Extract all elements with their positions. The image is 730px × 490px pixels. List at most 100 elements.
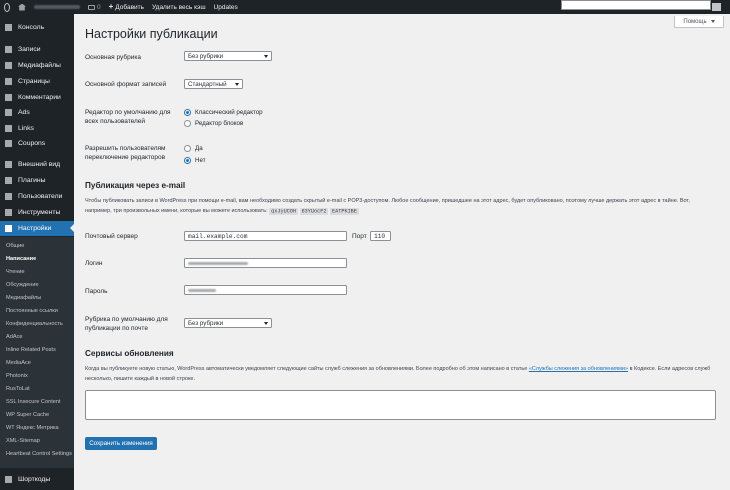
site-name-blurred	[34, 5, 80, 9]
chevron-down-icon	[235, 82, 239, 86]
wordpress-logo-icon[interactable]	[0, 0, 14, 14]
menu-item-posts[interactable]: Записи	[0, 42, 74, 57]
adminbar-search-input[interactable]	[561, 0, 711, 10]
update-services-title: Сервисы обновления	[85, 349, 174, 358]
comments-count: 0	[97, 3, 101, 11]
submenu-item[interactable]: Чтение	[6, 269, 72, 276]
menu-item-coupons[interactable]: Coupons	[0, 136, 74, 151]
update-services-codex-link[interactable]: «Службы слежения за обновлениями»	[529, 366, 628, 372]
radio-checked-icon	[184, 109, 191, 116]
user-account-icon[interactable]	[712, 0, 721, 14]
menu-label: Coupons	[18, 140, 46, 147]
submenu-item[interactable]: Heartbeat Control Settings	[6, 451, 72, 458]
main-content: Помощь Настройки публикации Основная руб…	[74, 14, 730, 490]
radio-label: Нет	[195, 157, 206, 164]
radio-allow-yes[interactable]: Да	[184, 145, 203, 152]
media-icon	[4, 61, 13, 70]
random-name-code: EATPKIBE	[330, 207, 359, 215]
ping-sites-textarea[interactable]	[85, 390, 716, 420]
submenu-item[interactable]: MediaAce	[6, 360, 72, 367]
select-value: Без рубрики	[188, 52, 224, 60]
default-format-select[interactable]: Стандартный	[184, 79, 243, 89]
shortcodes-icon	[4, 475, 13, 484]
menu-item-shortcodes[interactable]: Шорткоды	[0, 472, 74, 487]
submenu-item[interactable]: Медиафайлы	[6, 295, 72, 302]
new-content-link[interactable]: + Добавить	[105, 0, 148, 14]
site-name-link[interactable]	[30, 0, 84, 14]
home-icon[interactable]	[14, 0, 30, 14]
submenu-item[interactable]: Обсуждение	[6, 282, 72, 289]
mail-category-label: Рубрика по умолчанию для публикации по п…	[85, 316, 168, 332]
clear-cache-link[interactable]: Удалить весь кэш	[148, 0, 210, 14]
port-input[interactable]: 110	[370, 231, 391, 241]
submenu-item[interactable]: Photonix	[6, 373, 72, 380]
default-category-select[interactable]: Без рубрики	[184, 51, 272, 61]
radio-allow-no[interactable]: Нет	[184, 157, 206, 164]
menu-label: Настройки	[18, 225, 52, 232]
chevron-down-icon	[710, 20, 715, 23]
password-blurred-value	[188, 288, 216, 292]
submenu-item[interactable]: Постоянные ссылки	[6, 308, 72, 315]
submenu-item[interactable]: XML-Sitemap	[6, 438, 72, 445]
submenu-item-current[interactable]: Написание	[6, 256, 72, 263]
mail-server-input[interactable]: mail.example.com	[184, 231, 347, 241]
coupons-icon	[4, 139, 13, 148]
menu-item-appearance[interactable]: Внешний вид	[0, 157, 74, 172]
comment-bubble-icon	[88, 4, 95, 10]
admin-bar: 0 + Добавить Удалить весь кэш Updates	[0, 0, 730, 14]
menu-label: Медиафайлы	[18, 62, 61, 69]
save-changes-button[interactable]: Сохранить изменения	[85, 437, 157, 450]
help-tab-button[interactable]: Помощь	[674, 16, 724, 28]
dashboard-icon	[4, 23, 13, 32]
submenu-item[interactable]: Общие	[6, 243, 72, 250]
menu-item-settings[interactable]: Настройки	[0, 221, 74, 236]
submenu-item[interactable]: WP Super Cache	[6, 412, 72, 419]
menu-label: Внешний вид	[18, 161, 61, 168]
menu-item-media[interactable]: Медиафайлы	[0, 58, 74, 73]
page-icon	[4, 77, 13, 86]
menu-item-comments[interactable]: Комментарии	[0, 90, 74, 105]
mail-category-select[interactable]: Без рубрики	[184, 318, 272, 328]
menu-item-dashboard[interactable]: Консоль	[0, 20, 74, 35]
submenu-item[interactable]: Inline Related Posts	[6, 347, 72, 354]
menu-label: Записи	[18, 46, 41, 53]
submenu-item[interactable]: SSL Insecure Content	[6, 399, 72, 406]
new-label: Добавить	[115, 3, 145, 11]
default-format-label: Основной формат записей	[85, 81, 167, 88]
menu-item-pages[interactable]: Страницы	[0, 74, 74, 89]
menu-label: Комментарии	[18, 94, 61, 101]
submenu-item[interactable]: RusToLat	[6, 386, 72, 393]
brush-icon	[4, 160, 13, 169]
links-icon	[4, 124, 13, 133]
submenu-item[interactable]: WT Яндекс Метрика	[6, 425, 72, 432]
update-services-description: Когда вы публикуете новую статью, WordPr…	[85, 364, 717, 384]
menu-label: Пользователи	[18, 193, 63, 200]
menu-label: Инструменты	[18, 209, 61, 216]
email-section-title: Публикация через e-mail	[85, 181, 186, 190]
default-category-label: Основная рубрика	[85, 54, 141, 61]
settings-submenu: Общие Написание Чтение Обсуждение Медиаф…	[0, 237, 74, 468]
radio-classic-editor[interactable]: Классический редактор	[184, 109, 263, 116]
page-title: Настройки публикации	[85, 27, 218, 41]
radio-label: Редактор блоков	[195, 120, 244, 127]
updates-link[interactable]: Updates	[210, 0, 242, 14]
login-input[interactable]	[184, 258, 347, 268]
menu-item-ads[interactable]: Ads	[0, 105, 74, 120]
submenu-item[interactable]: AdAce	[6, 334, 72, 341]
pin-icon	[4, 45, 13, 54]
radio-block-editor[interactable]: Редактор блоков	[184, 120, 243, 127]
password-input[interactable]	[184, 285, 347, 295]
menu-item-links[interactable]: Links	[0, 121, 74, 136]
update-desc-text: Когда вы публикуете новую статью, WordPr…	[85, 366, 529, 372]
allow-switch-label: Разрешить пользователям переключение ред…	[85, 145, 166, 161]
radio-unchecked-icon	[184, 120, 191, 127]
menu-item-users[interactable]: Пользователи	[0, 189, 74, 204]
menu-label: Links	[18, 125, 34, 132]
comments-link[interactable]: 0	[84, 0, 105, 14]
menu-item-tools[interactable]: Инструменты	[0, 205, 74, 220]
menu-item-plugins[interactable]: Плагины	[0, 173, 74, 188]
port-label: Порт	[352, 233, 367, 240]
submenu-item[interactable]: Конфиденциальность	[6, 321, 72, 328]
radio-checked-icon	[184, 157, 191, 164]
chevron-down-icon	[264, 54, 268, 58]
